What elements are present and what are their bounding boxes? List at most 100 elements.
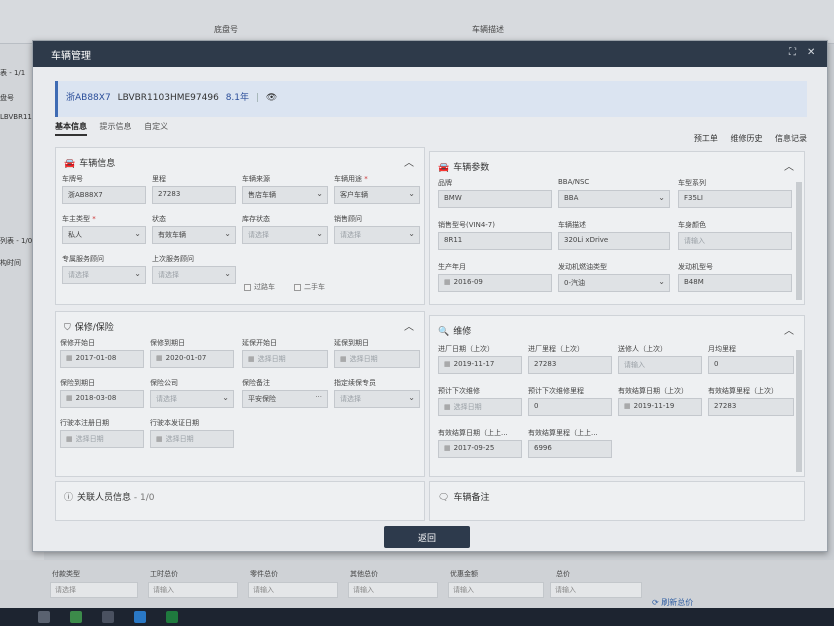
- vehicle-description-input[interactable]: 320Li xDrive: [558, 232, 670, 250]
- bba-nsc-select[interactable]: BBA ⌄: [558, 190, 670, 208]
- pre-work-order-link[interactable]: 预工单: [694, 134, 718, 143]
- taskbar-excel-icon[interactable]: [166, 611, 178, 623]
- refresh-total-button[interactable]: ⟳ 刷新总价: [652, 597, 693, 608]
- last-settle-date[interactable]: ▦ 2019-11-19: [618, 398, 702, 416]
- plate-input[interactable]: 浙AB88X7: [62, 186, 146, 204]
- related-persons-panel: ⓘ 关联人员信息 - 1/0: [55, 481, 425, 521]
- license-register-date-field: 行驶本注册日期 ▦ 选择日期: [60, 418, 144, 448]
- vehicle-description-field: 车辆描述 320Li xDrive: [558, 220, 670, 250]
- total-label: 总价: [556, 570, 570, 578]
- discount-input[interactable]: 请输入: [448, 582, 544, 598]
- prev-settle-mileage[interactable]: 6996: [528, 440, 612, 458]
- last-service-advisor-field: 上次服务顾问 请选择 ⌄: [152, 254, 236, 284]
- vehicle-source-select[interactable]: 售店车辆 ⌄: [242, 186, 328, 204]
- chevron-down-icon: ⌄: [408, 189, 415, 198]
- last-settle-mileage[interactable]: 27283: [708, 398, 794, 416]
- sales-model-field: 销售型号(VIN4-7) 8R11: [438, 220, 552, 250]
- tab-reminders[interactable]: 提示信息: [100, 121, 132, 134]
- ext-warranty-start-date[interactable]: ▦ 选择日期: [242, 350, 328, 368]
- sales-model-input[interactable]: 8R11: [438, 232, 552, 250]
- license-issue-date-field: 行驶本发证日期 ▦ 选择日期: [150, 418, 234, 448]
- collapse-chevron-icon[interactable]: ︿: [784, 158, 794, 173]
- close-icon[interactable]: ✕: [807, 47, 815, 58]
- taskbar-app-icon[interactable]: [38, 611, 50, 623]
- taskbar-app-icon[interactable]: [70, 611, 82, 623]
- next-repair-mileage[interactable]: 0: [528, 398, 612, 416]
- service-advisor-field: 专属服务顾问 请选择 ⌄: [62, 254, 146, 284]
- parts-total-input[interactable]: 请输入: [248, 582, 338, 598]
- tab-basic-info[interactable]: 基本信息: [55, 121, 87, 136]
- ext-warranty-end-date[interactable]: ▦ 选择日期: [334, 350, 420, 368]
- warranty-panel: ⛉ 保修/保险 ︿ 保修开始日 ▦ 2017-01-08 保修到期日 ▦ 2020-01-…: [55, 311, 425, 477]
- next-repair-date[interactable]: ▦ 选择日期: [438, 398, 522, 416]
- vehicle-info-title: 🚘 车辆信息: [64, 159, 116, 169]
- owner-type-field: 车主类型 * 私人 ⌄: [62, 214, 146, 244]
- license-issue-date[interactable]: ▦ 选择日期: [150, 430, 234, 448]
- bg-list-header-2: 构时间: [0, 259, 21, 267]
- payment-type-select[interactable]: 请选择: [50, 582, 138, 598]
- labor-total-input[interactable]: 请输入: [148, 582, 238, 598]
- last-in-mileage[interactable]: 27283: [528, 356, 612, 374]
- body-color-field: 车身颜色 请输入: [678, 220, 792, 250]
- renewal-specialist-select[interactable]: 请选择 ⌄: [334, 390, 420, 408]
- tab-custom[interactable]: 自定义: [144, 121, 168, 134]
- vehicle-remarks-title: 🗨 车辆备注: [438, 493, 490, 503]
- mileage-input[interactable]: 27283: [152, 186, 236, 204]
- discount-label: 优惠金额: [450, 570, 478, 578]
- repair-history-link[interactable]: 维修历史: [730, 134, 762, 143]
- vertical-scrollbar[interactable]: [796, 350, 802, 472]
- service-advisor-select[interactable]: 请选择 ⌄: [62, 266, 146, 284]
- parts-total-label: 零件总价: [250, 570, 278, 578]
- taskbar-browser-icon[interactable]: [134, 611, 146, 623]
- warranty-end-field: 保修到期日 ▦ 2020-01-07: [150, 338, 234, 368]
- status-select[interactable]: 有效车辆 ⌄: [152, 226, 236, 244]
- header-actions: 预工单 维修历史 信息记录: [684, 133, 807, 144]
- insurance-company-select[interactable]: 请选择 ⌄: [150, 390, 234, 408]
- search-icon: 🔍: [438, 327, 450, 337]
- warranty-start-date[interactable]: ▦ 2017-01-08: [60, 350, 144, 368]
- stock-status-select[interactable]: 请选择 ⌄: [242, 226, 328, 244]
- repair-title: 🔍 维修: [438, 327, 472, 337]
- sales-advisor-select[interactable]: 请选择 ⌄: [334, 226, 420, 244]
- info-records-link[interactable]: 信息记录: [775, 134, 807, 143]
- warranty-title: ⛉ 保修/保险: [64, 323, 114, 333]
- prev-settle-date[interactable]: ▦ 2017-09-25: [438, 440, 522, 458]
- production-date-field: 生产年月 ▦ 2016-09: [438, 262, 552, 292]
- calendar-icon: ▦: [444, 444, 451, 452]
- last-in-date[interactable]: ▦ 2019-11-17: [438, 356, 522, 374]
- warranty-end-date[interactable]: ▦ 2020-01-07: [150, 350, 234, 368]
- comment-icon: 🗨: [438, 493, 450, 503]
- fuel-type-select[interactable]: 0-汽油 ⌄: [558, 274, 670, 292]
- brand-input[interactable]: BMW: [438, 190, 552, 208]
- model-series-input[interactable]: F35LI: [678, 190, 792, 208]
- monthly-mileage-input[interactable]: 0: [708, 356, 794, 374]
- renewal-specialist-field: 指定续保专员 请选择 ⌄: [334, 378, 420, 408]
- other-total-input[interactable]: 请输入: [348, 582, 438, 598]
- last-settle-date-field: 有效结算日期（上次） ▦ 2019-11-19: [618, 386, 702, 416]
- insurance-expiry-date[interactable]: ▦ 2018-03-08: [60, 390, 144, 408]
- eye-icon[interactable]: 👁: [266, 93, 277, 103]
- taskbar-app-icon[interactable]: [102, 611, 114, 623]
- return-button[interactable]: 返回: [384, 526, 470, 548]
- vehicle-usage-select[interactable]: 客户车辆 ⌄: [334, 186, 420, 204]
- body-color-input[interactable]: 请输入: [678, 232, 792, 250]
- calendar-icon: ▦: [248, 355, 255, 363]
- collapse-chevron-icon[interactable]: ︿: [404, 318, 414, 333]
- vertical-scrollbar[interactable]: [796, 182, 802, 300]
- chevron-down-icon: ⌄: [222, 393, 229, 402]
- monthly-mileage-field: 月均里程 0: [708, 344, 794, 374]
- engine-model-input[interactable]: B48M: [678, 274, 792, 292]
- status-field: 状态 有效车辆 ⌄: [152, 214, 236, 244]
- collapse-chevron-icon[interactable]: ︿: [784, 322, 794, 337]
- license-register-date[interactable]: ▦ 选择日期: [60, 430, 144, 448]
- owner-type-select[interactable]: 私人 ⌄: [62, 226, 146, 244]
- used-car-checkbox[interactable]: 二手车: [294, 282, 325, 292]
- total-input[interactable]: 请输入: [550, 582, 642, 598]
- insurance-note-input[interactable]: 平安保险 ···: [242, 390, 328, 408]
- transit-car-checkbox[interactable]: 过路车: [244, 282, 275, 292]
- collapse-chevron-icon[interactable]: ︿: [404, 154, 414, 169]
- maximize-icon[interactable]: ⛶: [789, 47, 796, 58]
- last-service-advisor-select[interactable]: 请选择 ⌄: [152, 266, 236, 284]
- production-date-input[interactable]: ▦ 2016-09: [438, 274, 552, 292]
- last-sender-input[interactable]: 请输入: [618, 356, 702, 374]
